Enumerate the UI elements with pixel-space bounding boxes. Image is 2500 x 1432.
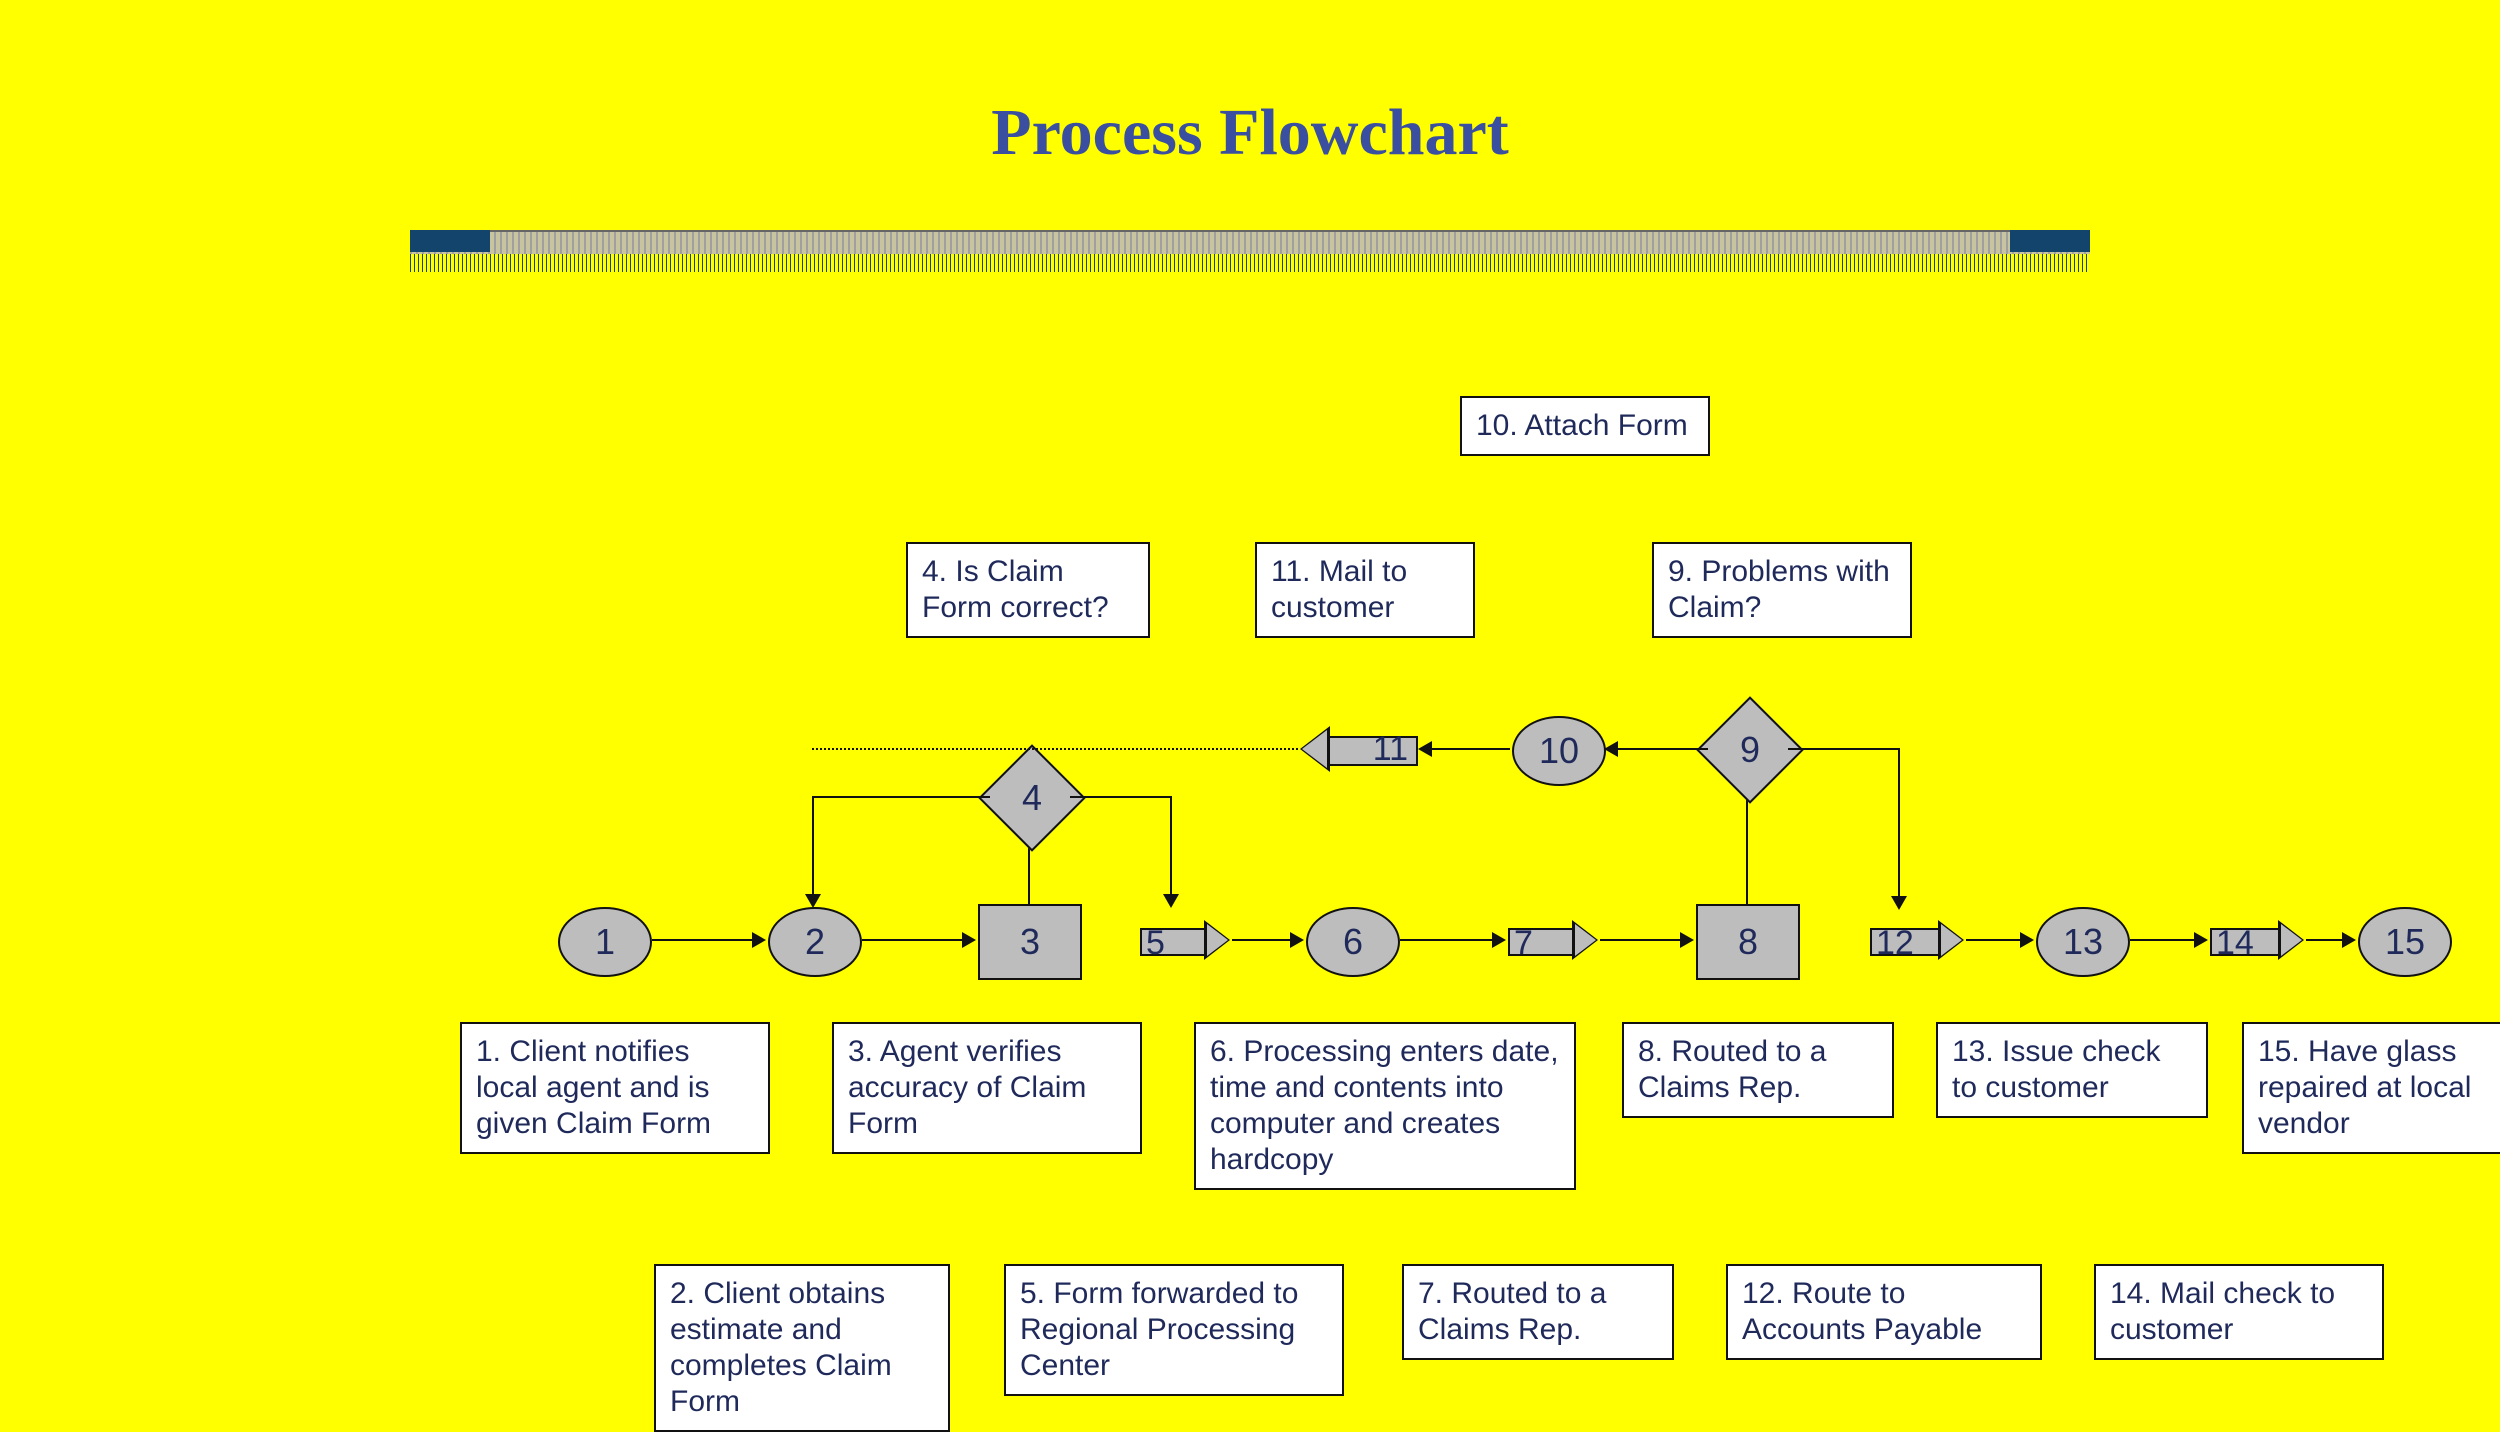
conn-4-5b bbox=[1170, 796, 1172, 896]
divider bbox=[410, 230, 2090, 256]
caption-13: 13. Issue check to customer bbox=[1936, 1022, 2208, 1118]
caption-15: 15. Have glass repaired at local vendor bbox=[2242, 1022, 2500, 1154]
node-7: 7 bbox=[1508, 920, 1598, 960]
conn-1-2 bbox=[652, 939, 752, 941]
conn-8-9 bbox=[1746, 790, 1748, 904]
node-11: 11 bbox=[1300, 726, 1418, 772]
conn-9-12b bbox=[1898, 748, 1900, 898]
conn-9-10 bbox=[1618, 748, 1708, 750]
caption-9: 9. Problems with Claim? bbox=[1652, 542, 1912, 638]
caption-1: 1. Client notifies local agent and is gi… bbox=[460, 1022, 770, 1154]
conn-11-2a bbox=[812, 748, 1298, 750]
conn-7-8-head bbox=[1680, 932, 1694, 948]
page-title: Process Flowchart bbox=[0, 95, 2500, 171]
conn-5-6 bbox=[1232, 939, 1290, 941]
conn-7-8 bbox=[1600, 939, 1680, 941]
node-12: 12 bbox=[1870, 920, 1964, 960]
node-13: 13 bbox=[2036, 907, 2130, 977]
caption-14: 14. Mail check to customer bbox=[2094, 1264, 2384, 1360]
caption-10: 10. Attach Form bbox=[1460, 396, 1710, 456]
caption-3: 3. Agent verifies accuracy of Claim Form bbox=[832, 1022, 1142, 1154]
node-4: 4 bbox=[994, 760, 1070, 836]
conn-9-12-head bbox=[1891, 896, 1907, 910]
conn-6-7 bbox=[1400, 939, 1492, 941]
caption-5: 5. Form forwarded to Regional Processing… bbox=[1004, 1264, 1344, 1396]
conn-4-5-head bbox=[1163, 894, 1179, 908]
conn-14-15-head bbox=[2342, 932, 2356, 948]
node-14: 14 bbox=[2210, 920, 2304, 960]
caption-11: 11. Mail to customer bbox=[1255, 542, 1475, 638]
conn-2-3-head bbox=[962, 932, 976, 948]
conn-14-15 bbox=[2306, 939, 2342, 941]
conn-9-10-head bbox=[1604, 741, 1618, 757]
caption-4: 4. Is Claim Form correct? bbox=[906, 542, 1150, 638]
conn-10-11 bbox=[1432, 748, 1510, 750]
caption-12: 12. Route to Accounts Payable bbox=[1726, 1264, 2042, 1360]
node-15: 15 bbox=[2358, 907, 2452, 977]
conn-1-2-head bbox=[752, 932, 766, 948]
caption-2: 2. Client obtains estimate and completes… bbox=[654, 1264, 950, 1432]
node-8: 8 bbox=[1696, 904, 1800, 980]
conn-9-12a bbox=[1788, 748, 1898, 750]
conn-12-13 bbox=[1966, 939, 2020, 941]
conn-12-13-head bbox=[2020, 932, 2034, 948]
node-2: 2 bbox=[768, 907, 862, 977]
node-9: 9 bbox=[1712, 712, 1788, 788]
node-10: 10 bbox=[1512, 716, 1606, 786]
caption-6: 6. Processing enters date, time and cont… bbox=[1194, 1022, 1576, 1190]
conn-13-14-head bbox=[2194, 932, 2208, 948]
flowchart-canvas: Process Flowchart 1 2 3 4 5 6 bbox=[0, 0, 2500, 1406]
conn-6-7-head bbox=[1492, 932, 1506, 948]
node-3: 3 bbox=[978, 904, 1082, 980]
conn-4-2a bbox=[812, 796, 990, 798]
conn-5-6-head bbox=[1290, 932, 1304, 948]
caption-7: 7. Routed to a Claims Rep. bbox=[1402, 1264, 1674, 1360]
node-6: 6 bbox=[1306, 907, 1400, 977]
conn-10-11-head bbox=[1418, 741, 1432, 757]
conn-13-14 bbox=[2130, 939, 2194, 941]
node-5: 5 bbox=[1140, 920, 1230, 960]
caption-8: 8. Routed to a Claims Rep. bbox=[1622, 1022, 1894, 1118]
conn-4-5a bbox=[1070, 796, 1170, 798]
conn-4-2b bbox=[812, 796, 814, 896]
node-1: 1 bbox=[558, 907, 652, 977]
conn-2-3 bbox=[862, 939, 962, 941]
conn-4-2-head bbox=[805, 894, 821, 908]
